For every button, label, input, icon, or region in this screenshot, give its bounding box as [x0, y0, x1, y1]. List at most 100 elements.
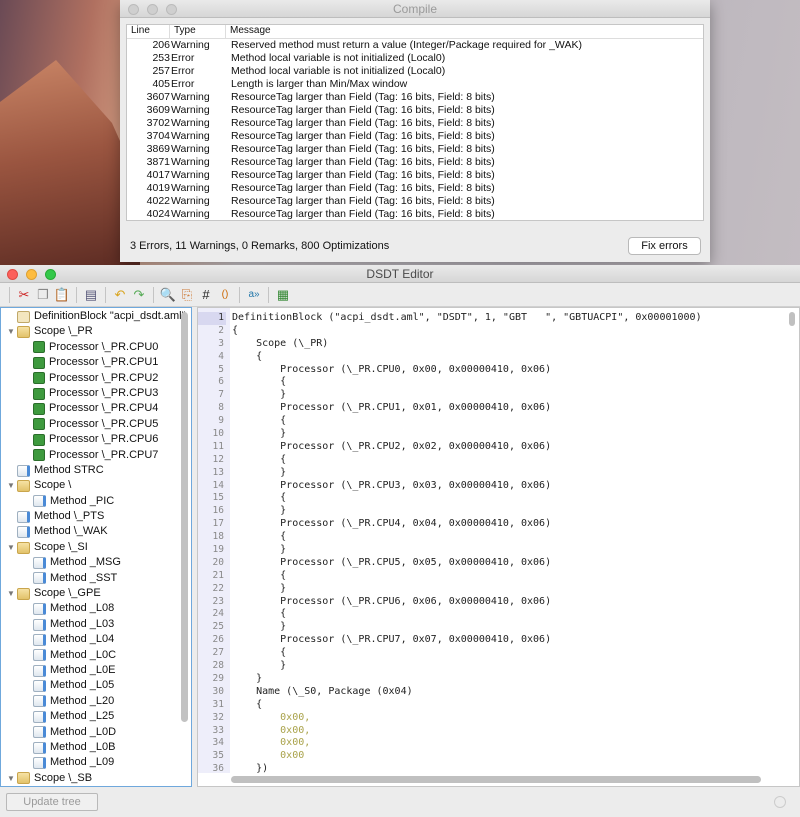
cut-icon[interactable]: ✂ — [16, 287, 32, 303]
code-line[interactable]: 27 { — [198, 647, 702, 660]
patch-icon[interactable]: ▦ — [275, 287, 291, 303]
code-line[interactable]: 25 } — [198, 621, 702, 634]
tree-item[interactable]: Method _L08 — [1, 601, 191, 616]
compile-result-row[interactable]: 405 Error Length is larger than Min/Max wi… — [127, 78, 703, 91]
compile-result-row[interactable]: 257 Error Method local variable is not ini… — [127, 65, 703, 78]
update-tree-button[interactable]: Update tree — [6, 793, 98, 811]
code-line[interactable]: 14 Processor (\_PR.CPU3, 0x03, 0x0000041… — [198, 480, 702, 493]
code-line[interactable]: 17 Processor (\_PR.CPU4, 0x04, 0x0000041… — [198, 518, 702, 531]
redo-icon[interactable]: ↷ — [131, 287, 147, 303]
tree-item[interactable]: Method _PIC — [1, 494, 191, 509]
tree-item[interactable]: Processor \_PR.CPU4 — [1, 401, 191, 416]
code-line[interactable]: 24 { — [198, 608, 702, 621]
code-line[interactable]: 2{ — [198, 325, 702, 338]
editor-horizontal-scrollbar[interactable] — [231, 776, 761, 783]
disclosure-triangle-icon[interactable]: ▼ — [5, 324, 17, 339]
close-button[interactable] — [7, 269, 18, 280]
code-line[interactable]: 31 { — [198, 699, 702, 712]
column-header-message[interactable]: Message — [226, 25, 703, 38]
disclosure-triangle-icon[interactable]: ▼ — [5, 478, 17, 493]
tree-item[interactable]: DefinitionBlock "acpi_dsdt.aml" — [1, 309, 191, 324]
code-line[interactable]: 16 } — [198, 505, 702, 518]
compile-icon[interactable]: ▤ — [83, 287, 99, 303]
find-icon[interactable]: 🔍 — [160, 287, 176, 303]
code-line[interactable]: 11 Processor (\_PR.CPU2, 0x02, 0x0000041… — [198, 441, 702, 454]
tree-item[interactable]: Method _L09 — [1, 755, 191, 770]
code-line[interactable]: 30 Name (\_S0, Package (0x04) — [198, 686, 702, 699]
code-line[interactable]: 23 Processor (\_PR.CPU6, 0x06, 0x0000041… — [198, 596, 702, 609]
compile-result-row[interactable]: 3609 Warning ResourceTag larger than Field… — [127, 104, 703, 117]
code-line[interactable]: 12 { — [198, 454, 702, 467]
tree-item[interactable]: Method _L04 — [1, 632, 191, 647]
code-line[interactable]: 6 { — [198, 376, 702, 389]
minimize-button[interactable] — [147, 4, 158, 15]
tree-item[interactable]: Method _L25 — [1, 709, 191, 724]
compile-result-row[interactable]: 253 Error Method local variable is not ini… — [127, 52, 703, 65]
compile-result-row[interactable]: 4022 Warning ResourceTag larger than Field… — [127, 195, 703, 208]
code-line[interactable]: 7 } — [198, 389, 702, 402]
code-line[interactable]: 22 } — [198, 583, 702, 596]
compile-result-row[interactable]: 4019 Warning ResourceTag larger than Field… — [127, 182, 703, 195]
paste-icon[interactable]: 📋 — [54, 287, 70, 303]
code-line[interactable]: 10 } — [198, 428, 702, 441]
code-line[interactable]: 35 0x00 — [198, 750, 702, 763]
tree-item[interactable]: ▼ Scope \ — [1, 478, 191, 493]
tree-item[interactable]: Method _L0D — [1, 725, 191, 740]
compile-result-row[interactable]: 3869 Warning ResourceTag larger than Field… — [127, 143, 703, 156]
code-line[interactable]: 29 } — [198, 673, 702, 686]
tree-item[interactable]: Processor \_PR.CPU0 — [1, 340, 191, 355]
close-button[interactable] — [128, 4, 139, 15]
tree-item[interactable]: Method _L0E — [1, 663, 191, 678]
tree-item[interactable]: Method _MSG — [1, 555, 191, 570]
code-line[interactable]: 13 } — [198, 467, 702, 480]
compile-result-row[interactable]: 4017 Warning ResourceTag larger than Field… — [127, 169, 703, 182]
hash-icon[interactable]: # — [198, 287, 214, 303]
tree-scrollbar[interactable] — [181, 312, 188, 722]
code-line[interactable]: 18 { — [198, 531, 702, 544]
code-line[interactable]: 9 { — [198, 415, 702, 428]
tree-item[interactable]: ▼ Scope \_PR — [1, 324, 191, 339]
minimize-button[interactable] — [26, 269, 37, 280]
tree-item[interactable]: Processor \_PR.CPU2 — [1, 371, 191, 386]
tree-item[interactable]: Method _L0B — [1, 740, 191, 755]
code-line[interactable]: 3 Scope (\_PR) — [198, 338, 702, 351]
zoom-button[interactable] — [166, 4, 177, 15]
undo-icon[interactable]: ↶ — [112, 287, 128, 303]
tree-item[interactable]: Method _L0C — [1, 648, 191, 663]
code-line[interactable]: 1 DefinitionBlock ("acpi_dsdt.aml", "DSDT… — [198, 312, 702, 325]
copy-icon[interactable]: ❐ — [35, 287, 51, 303]
code-line[interactable]: 36 }) — [198, 763, 702, 776]
editor-vertical-scrollbar[interactable] — [789, 312, 795, 326]
code-line[interactable]: 28 } — [198, 660, 702, 673]
fix-errors-button[interactable]: Fix errors — [628, 237, 701, 255]
disclosure-triangle-icon[interactable]: ▼ — [5, 771, 17, 786]
tree-item[interactable]: ▼ Scope \_SI — [1, 540, 191, 555]
tree-item[interactable]: ▼ Scope \_SB — [1, 771, 191, 786]
compile-result-row[interactable]: 206 Warning Reserved method must return a … — [127, 39, 703, 52]
tree-item[interactable]: ▼ Scope \_GPE — [1, 586, 191, 601]
compile-result-row[interactable]: 3607 Warning ResourceTag larger than Field… — [127, 91, 703, 104]
tree-item[interactable]: Method _SST — [1, 571, 191, 586]
code-line[interactable]: 33 0x00, — [198, 725, 702, 738]
code-line[interactable]: 21 { — [198, 570, 702, 583]
compile-result-row[interactable]: 3704 Warning ResourceTag larger than Field… — [127, 130, 703, 143]
compile-result-row[interactable]: 3702 Warning ResourceTag larger than Field… — [127, 117, 703, 130]
zoom-button[interactable] — [45, 269, 56, 280]
code-line[interactable]: 32 0x00, — [198, 712, 702, 725]
tree-item[interactable]: Method \_PTS — [1, 509, 191, 524]
tree-item[interactable]: Method _L20 — [1, 694, 191, 709]
compile-result-row[interactable]: 3871 Warning ResourceTag larger than Field… — [127, 156, 703, 169]
code-editor[interactable]: 1 DefinitionBlock ("acpi_dsdt.aml", "DSDT… — [197, 307, 800, 787]
tree-item[interactable]: Method \_WAK — [1, 524, 191, 539]
code-line[interactable]: 4 { — [198, 351, 702, 364]
tree-item[interactable]: Method STRC — [1, 463, 191, 478]
tree-item[interactable]: Processor \_PR.CPU7 — [1, 448, 191, 463]
brace-match-icon[interactable]: () — [217, 287, 233, 303]
column-header-line[interactable]: Line — [127, 25, 170, 38]
code-line[interactable]: 34 0x00, — [198, 737, 702, 750]
code-line[interactable]: 5 Processor (\_PR.CPU0, 0x00, 0x00000410… — [198, 364, 702, 377]
tree-item[interactable]: Processor \_PR.CPU1 — [1, 355, 191, 370]
compile-result-row[interactable]: 4024 Warning ResourceTag larger than Field… — [127, 208, 703, 221]
code-line[interactable]: 19 } — [198, 544, 702, 557]
code-line[interactable]: 20 Processor (\_PR.CPU5, 0x05, 0x0000041… — [198, 557, 702, 570]
